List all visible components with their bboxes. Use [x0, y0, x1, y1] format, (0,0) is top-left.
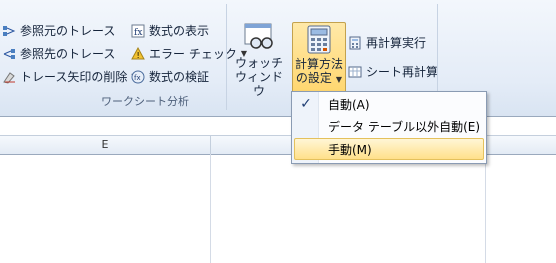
trace-precedents-icon: [2, 24, 16, 38]
menu-item-label: 手動(M): [328, 142, 372, 157]
error-check-icon: !: [131, 46, 145, 61]
trace-dependents-icon: [2, 47, 16, 61]
calculator-icon: [304, 25, 334, 55]
calculate-now-label: 再計算実行: [366, 36, 427, 50]
watch-window-label-2: ウィンドウ: [234, 70, 283, 98]
menu-item-manual[interactable]: 手動(M): [294, 138, 484, 160]
show-formulas-button[interactable]: fx 数式の表示: [131, 22, 209, 39]
menu-item-label: データ テーブル以外自動(E): [328, 119, 481, 134]
error-checking-button[interactable]: ! エラー チェック ▼: [131, 45, 247, 62]
menu-item-label: 自動(A): [328, 97, 370, 112]
svg-text:!: !: [137, 51, 140, 60]
calculate-sheet-label: シート再計算: [366, 65, 439, 79]
show-formulas-label: 数式の表示: [149, 24, 210, 38]
calculation-options-button[interactable]: 計算方法 の設定 ▼: [292, 22, 346, 95]
error-checking-label: エラー チェック: [149, 47, 237, 61]
show-formulas-icon: fx: [131, 24, 145, 38]
column-header-e[interactable]: E: [0, 136, 211, 154]
trace-dependents-button[interactable]: 参照先のトレース: [2, 45, 115, 62]
watch-window-icon: [243, 22, 275, 52]
calculate-sheet-button[interactable]: シート再計算: [348, 63, 438, 80]
evaluate-formula-label: 数式の検証: [149, 70, 210, 84]
watch-window-label-1: ウォッチ: [234, 56, 283, 70]
trace-dependents-label: 参照先のトレース: [20, 47, 116, 61]
checkmark-icon: ✓: [300, 96, 312, 112]
svg-text:fx: fx: [134, 74, 141, 82]
calculate-now-button[interactable]: 再計算実行: [348, 34, 426, 51]
remove-arrows-button[interactable]: トレース矢印の削除 ▼: [2, 68, 138, 85]
chevron-down-icon: ▼: [335, 75, 343, 84]
evaluate-formula-button[interactable]: fx 数式の検証: [131, 68, 209, 85]
trace-precedents-label: 参照元のトレース: [20, 24, 116, 38]
gridline-vertical: [210, 154, 211, 263]
remove-arrows-label: トレース矢印の削除: [20, 70, 128, 84]
menu-item-automatic-except-tables[interactable]: データ テーブル以外自動(E): [294, 116, 482, 136]
eraser-icon: [2, 70, 16, 84]
calculation-options-label-1: 計算方法: [294, 57, 343, 71]
watch-window-button[interactable]: ウォッチ ウィンドウ: [232, 22, 286, 98]
trace-precedents-button[interactable]: 参照元のトレース: [2, 22, 115, 39]
calculation-options-menu: ✓ 自動(A) データ テーブル以外自動(E) 手動(M): [291, 91, 487, 164]
calculate-now-icon: [348, 36, 362, 50]
evaluate-formula-icon: fx: [131, 70, 145, 84]
column-header-e-label: E: [101, 138, 109, 151]
menu-item-automatic[interactable]: ✓ 自動(A): [294, 94, 482, 114]
group-separator: [226, 4, 227, 110]
calculate-sheet-icon: [348, 65, 362, 79]
calculation-options-label-2: の設定: [295, 71, 332, 85]
gridline-vertical: [485, 154, 486, 263]
svg-text:fx: fx: [134, 28, 142, 38]
